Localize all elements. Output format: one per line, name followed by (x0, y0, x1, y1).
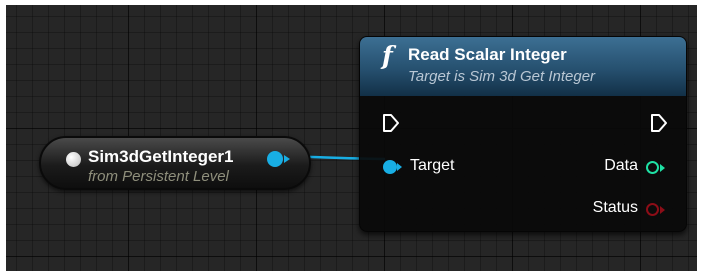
status-pin-arrow-icon (660, 206, 665, 214)
status-pin-label: Status (592, 199, 638, 216)
target-input-pin[interactable] (383, 160, 397, 174)
target-pin-arrow-icon (397, 163, 402, 171)
variable-node-sim3dgetinteger1[interactable]: Sim3dGetInteger1 from Persistent Level (39, 136, 311, 190)
function-node-read-scalar-integer[interactable]: f Read Scalar Integer Target is Sim 3d G… (359, 36, 687, 232)
function-f-icon: f (382, 41, 393, 70)
variable-node-name: Sim3dGetInteger1 (88, 147, 234, 166)
data-output-pin[interactable] (646, 161, 659, 174)
exec-input-pin-icon[interactable] (381, 113, 401, 133)
data-pin-label: Data (604, 157, 638, 174)
target-pin-label: Target (410, 157, 455, 174)
function-node-header[interactable]: f Read Scalar Integer Target is Sim 3d G… (360, 37, 686, 96)
function-node-subtitle: Target is Sim 3d Get Integer (408, 68, 596, 85)
status-output-pin[interactable] (646, 203, 659, 216)
variable-output-pin-arrow-icon (284, 155, 290, 163)
function-node-title: Read Scalar Integer (408, 45, 567, 64)
variable-node-subtitle: from Persistent Level (88, 168, 229, 185)
variable-output-pin[interactable] (267, 151, 283, 167)
blueprint-graph-canvas[interactable]: Sim3dGetInteger1 from Persistent Level f… (6, 5, 697, 271)
variable-dot-icon (66, 152, 81, 167)
data-pin-arrow-icon (660, 164, 665, 172)
exec-output-pin-icon[interactable] (649, 113, 669, 133)
